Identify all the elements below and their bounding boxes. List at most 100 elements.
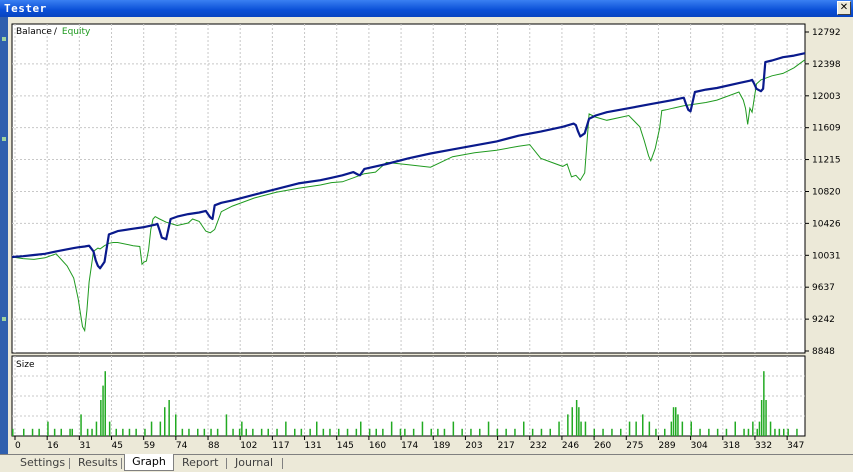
dock-marker <box>2 137 6 141</box>
size-bar <box>708 428 710 436</box>
size-bar <box>743 428 745 436</box>
x-tick-label: 160 <box>369 441 386 451</box>
size-bar <box>642 414 644 436</box>
x-tick-label: 0 <box>15 441 21 451</box>
x-tick-label: 145 <box>337 441 354 451</box>
size-bar <box>580 421 582 436</box>
size-bar <box>523 421 525 436</box>
tab-separator <box>121 458 122 469</box>
size-bar <box>38 428 40 436</box>
size-bar <box>252 428 254 436</box>
size-bar <box>300 428 303 436</box>
size-bar <box>346 428 349 436</box>
y-tick-label: 10031 <box>812 251 841 261</box>
size-bar <box>571 407 573 436</box>
size-bar <box>260 428 263 436</box>
size-bar <box>421 421 424 436</box>
size-bar <box>100 400 102 436</box>
size-bar <box>86 428 89 436</box>
tab-bar: Settings Results Graph Report Journal <box>0 454 853 472</box>
graph-panel: 12792 12398 12003 11609 11215 10820 10426 10031… <box>8 17 853 454</box>
size-bar <box>756 428 758 436</box>
size-bar <box>53 428 56 436</box>
size-bar <box>443 428 446 436</box>
close-button[interactable]: ✕ <box>837 1 851 15</box>
size-bar <box>159 421 162 436</box>
size-bar <box>276 428 278 436</box>
size-bar <box>778 428 781 436</box>
size-bar <box>399 428 402 436</box>
x-tick-label: 189 <box>433 441 450 451</box>
size-bar <box>758 421 761 436</box>
title-bar: Tester ✕ <box>0 0 853 17</box>
window-title: Tester <box>4 2 47 15</box>
size-bar <box>390 421 393 436</box>
size-bar <box>338 428 340 436</box>
size-bar <box>241 421 243 436</box>
x-tick-label: 174 <box>401 441 418 451</box>
tab-separator <box>282 458 283 469</box>
tab-report[interactable]: Report <box>182 455 218 470</box>
size-bar <box>540 428 543 436</box>
size-bar <box>181 428 184 436</box>
size-bar <box>285 421 287 436</box>
tab-graph[interactable]: Graph <box>124 454 174 471</box>
x-tick-label: 304 <box>691 441 708 451</box>
size-bar <box>769 421 772 436</box>
size-bar <box>360 421 362 436</box>
legend-equity: Equity <box>62 27 91 37</box>
y-tick-label: 12398 <box>812 60 841 70</box>
size-bar <box>796 428 798 436</box>
size-bar <box>675 407 677 436</box>
dock-marker <box>2 37 6 41</box>
size-bar <box>765 400 767 436</box>
size-bar <box>375 428 377 436</box>
size-bar <box>620 428 622 436</box>
size-bar <box>752 421 754 436</box>
x-tick-label: 275 <box>626 441 643 451</box>
size-bar <box>203 428 206 436</box>
tab-results[interactable]: Results <box>78 455 118 470</box>
legend-balance: Balance <box>16 27 52 37</box>
size-bar <box>760 400 763 436</box>
size-bar <box>128 428 131 436</box>
y-tick-label: 9242 <box>812 315 835 325</box>
size-bar <box>774 428 776 436</box>
x-tick-label: 117 <box>272 441 289 451</box>
size-bar <box>575 400 578 436</box>
size-bar <box>664 428 666 436</box>
size-bar <box>783 428 785 436</box>
size-bar <box>210 428 212 436</box>
x-tick-label: 16 <box>47 441 59 451</box>
size-bar <box>584 421 587 436</box>
size-bar <box>245 428 247 436</box>
size-chart-title: Size <box>16 360 35 370</box>
size-bar <box>681 421 684 436</box>
size-bar <box>294 428 296 436</box>
size-bar <box>470 428 472 436</box>
x-tick-label: 246 <box>562 441 579 451</box>
size-bar <box>102 385 104 436</box>
size-bar <box>91 428 93 436</box>
tester-graph: 12792 12398 12003 11609 11215 10820 10426 10031… <box>11 23 841 451</box>
size-bar <box>628 421 631 436</box>
tab-settings[interactable]: Settings <box>20 455 65 470</box>
size-bar <box>558 421 560 436</box>
x-tick-label: 347 <box>787 441 804 451</box>
size-bar <box>531 428 534 436</box>
size-bar <box>108 421 111 436</box>
x-tick-label: 289 <box>658 441 675 451</box>
size-bar <box>238 428 241 436</box>
x-tick-label: 217 <box>498 441 515 451</box>
size-bar <box>267 428 269 436</box>
size-bar <box>430 428 432 436</box>
tab-journal[interactable]: Journal <box>235 455 273 470</box>
size-bar <box>747 428 750 436</box>
size-bar <box>216 428 219 436</box>
y-tick-label: 11609 <box>812 124 841 134</box>
size-bar <box>382 428 384 436</box>
size-bar <box>505 428 507 436</box>
size-bar <box>672 407 675 436</box>
size-bar <box>104 371 106 436</box>
size-bar <box>232 428 234 436</box>
